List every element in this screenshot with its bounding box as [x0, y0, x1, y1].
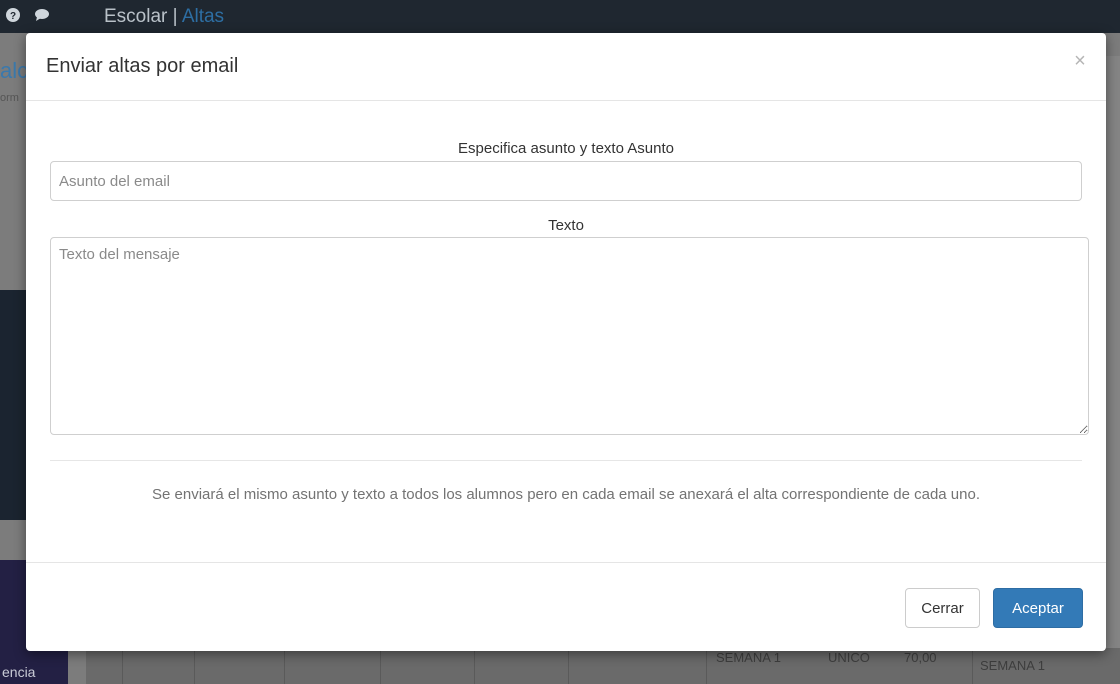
divider	[50, 460, 1082, 461]
subject-label: Especifica asunto y texto Asunto	[458, 140, 674, 157]
svg-text:?: ?	[10, 11, 16, 22]
subject-input[interactable]	[50, 161, 1082, 201]
text-label: Texto	[548, 217, 584, 234]
breadcrumb-current: Altas	[181, 6, 225, 27]
table-column-divider	[284, 648, 285, 684]
background-subtitle-partial: orm	[0, 92, 19, 104]
background-sidebar-item: encia	[2, 664, 36, 680]
accept-button[interactable]: Aceptar	[993, 588, 1083, 628]
background-title-partial: alc	[0, 58, 29, 83]
breadcrumb-section[interactable]: Escolar	[104, 6, 167, 27]
table-column-divider	[122, 648, 123, 684]
modal-title: Enviar altas por email	[46, 55, 239, 77]
top-navbar: ? Escolar | Altas	[0, 0, 1120, 33]
close-icon[interactable]: ×	[1070, 51, 1090, 71]
breadcrumb-separator: |	[172, 6, 178, 27]
breadcrumb: Escolar | Altas	[104, 6, 224, 28]
table-cell: SEMANA 1	[980, 658, 1046, 673]
table-column-divider	[972, 648, 973, 684]
cancel-button[interactable]: Cerrar	[905, 588, 980, 628]
message-textarea[interactable]	[50, 237, 1089, 435]
table-column-divider	[380, 648, 381, 684]
table-column-divider	[474, 648, 475, 684]
email-modal: Enviar altas por email × Especifica asun…	[26, 33, 1106, 651]
background-table: SEMANA 1 UNICO 70,00 SEMANA 1	[86, 648, 1120, 684]
modal-header: Enviar altas por email ×	[26, 33, 1106, 101]
background-right-panel	[1106, 56, 1120, 684]
table-cell: 70,00	[904, 650, 937, 665]
modal-footer: Cerrar Aceptar	[26, 562, 1106, 652]
chat-icon[interactable]	[34, 8, 52, 26]
table-column-divider	[194, 648, 195, 684]
background-sidebar-block	[0, 290, 28, 520]
table-cell: SEMANA 1	[716, 650, 782, 665]
info-text: Se enviará el mismo asunto y texto a tod…	[152, 486, 980, 503]
help-icon[interactable]: ?	[6, 8, 20, 26]
table-cell: UNICO	[828, 650, 870, 665]
table-column-divider	[706, 648, 707, 684]
table-column-divider	[568, 648, 569, 684]
